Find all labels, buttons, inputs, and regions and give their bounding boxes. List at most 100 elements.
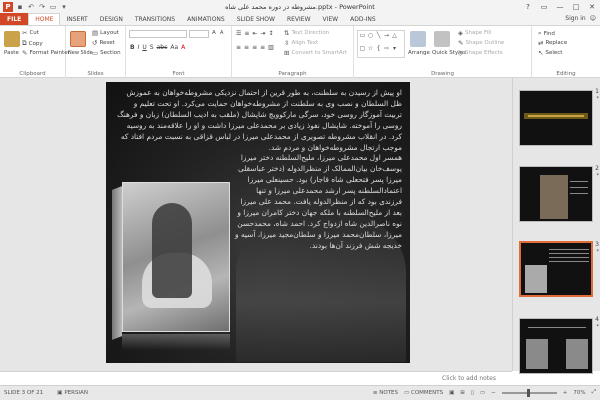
star-icon[interactable]: ☆	[367, 45, 374, 52]
tab-home[interactable]: HOME	[28, 13, 61, 25]
tab-view[interactable]: VIEW	[317, 13, 345, 25]
numbering-icon[interactable]: ≡	[244, 30, 249, 37]
replace-label: Replace	[545, 40, 568, 46]
layout-button[interactable]: ▤ Layout	[92, 29, 119, 37]
zoom-in-icon[interactable]: +	[563, 390, 568, 396]
bold-button[interactable]: B	[130, 44, 135, 51]
align-text-button[interactable]: ⇳ Align Text	[284, 39, 318, 47]
tab-design[interactable]: DESIGN	[94, 13, 129, 25]
decrease-indent-icon[interactable]: ⇤	[252, 30, 257, 37]
reset-label: Reset	[99, 40, 115, 46]
window-controls: ? ▭ — □ ✕	[520, 0, 600, 13]
select-button[interactable]: ↖ Select	[538, 49, 562, 57]
slide-sorter-icon[interactable]: ⊞	[460, 390, 465, 396]
zoom-slider-thumb[interactable]	[526, 388, 530, 397]
maximize-button[interactable]: □	[568, 0, 584, 13]
italic-button[interactable]: I	[138, 44, 140, 51]
tab-add-ins[interactable]: ADD-INS	[344, 13, 382, 25]
convert-smartart-button[interactable]: ⊞ Convert to SmartArt	[284, 49, 347, 57]
shape-effects-button[interactable]: ◇ Shape Effects	[458, 49, 503, 57]
user-icon[interactable]: ☺	[590, 15, 596, 22]
minimize-button[interactable]: —	[552, 0, 568, 13]
justify-icon[interactable]: ≡	[260, 44, 265, 51]
grow-font-icon[interactable]: A	[212, 30, 216, 36]
align-right-icon[interactable]: ≡	[252, 44, 257, 51]
font-color-button[interactable]: A	[181, 44, 185, 51]
new-slide-button[interactable]: New Slide	[68, 50, 93, 56]
brace-icon[interactable]: {	[375, 45, 382, 52]
cut-button[interactable]: ✂ Cut	[22, 29, 39, 37]
shapes-gallery[interactable]: ▭ ○ ╲ → △ ▢ ☆{⇨ ▾	[357, 30, 405, 58]
tab-file[interactable]: FILE	[0, 13, 29, 25]
notes-label: NOTES	[379, 389, 399, 396]
zoom-slider[interactable]	[501, 388, 557, 397]
increase-indent-icon[interactable]: ⇥	[260, 30, 265, 37]
change-case-button[interactable]: Aa	[170, 44, 178, 51]
help-button[interactable]: ?	[520, 0, 536, 13]
bullets-icon[interactable]: ☰	[236, 30, 241, 37]
slideshow-view-icon[interactable]: ▭	[480, 390, 485, 396]
underline-button[interactable]: U	[142, 44, 146, 51]
reading-view-icon[interactable]: ▯	[471, 390, 474, 396]
ribbon-display-button[interactable]: ▭	[536, 0, 552, 13]
right-arrow-icon[interactable]: ⇨	[383, 45, 390, 52]
current-slide[interactable]: او پیش از رسیدن به سلطنت، به طور قرین از…	[106, 82, 410, 363]
language-indicator[interactable]: ▣ PERSIAN	[57, 390, 88, 396]
fit-slide-icon[interactable]: ⤢	[592, 389, 596, 396]
strikethrough-button[interactable]: abc	[157, 44, 168, 51]
replace-button[interactable]: ⇄ Replace	[538, 39, 567, 47]
columns-icon[interactable]: ▥	[268, 44, 274, 51]
close-button[interactable]: ✕	[584, 0, 600, 13]
paste-icon[interactable]	[4, 31, 20, 47]
find-button[interactable]: ⌕ Find	[538, 29, 555, 38]
zoom-out-icon[interactable]: −	[491, 390, 496, 396]
format-painter-button[interactable]: ✎ Format Painter	[22, 49, 70, 57]
thumbnail-slide-1[interactable]	[519, 90, 593, 146]
zoom-level[interactable]: 70%	[573, 390, 585, 396]
tab-animations[interactable]: ANIMATIONS	[181, 13, 231, 25]
thumb-number-2: 2	[595, 165, 599, 172]
scissors-icon: ✂	[22, 29, 28, 37]
section-button[interactable]: ▭ Section	[92, 49, 121, 57]
notes-pane[interactable]: Click to add notes	[0, 371, 512, 385]
shadow-button[interactable]: S	[150, 44, 154, 51]
tab-transitions[interactable]: TRANSITIONS	[129, 13, 181, 25]
pen-icon: ✎	[458, 39, 464, 47]
text-direction-button[interactable]: ⇅ Text Direction	[284, 29, 329, 37]
shrink-font-icon[interactable]: A	[220, 30, 223, 36]
slide-text-box[interactable]: او پیش از رسیدن به سلطنت، به طور قرین از…	[114, 88, 402, 252]
rounded-rect-icon[interactable]: ▢	[359, 45, 366, 52]
more-shapes-icon[interactable]: ▾	[391, 45, 398, 52]
align-left-icon[interactable]: ≡	[236, 44, 241, 51]
paragraph-label: Paragraph	[278, 71, 307, 77]
copy-button[interactable]: ⧉ Copy	[22, 39, 43, 48]
line-spacing-icon[interactable]: ↕	[268, 30, 273, 37]
notes-toggle[interactable]: ≡ NOTES	[373, 390, 398, 396]
thumbnail-slide-2[interactable]	[519, 166, 593, 222]
new-slide-icon[interactable]	[70, 31, 86, 47]
thumbnail-slide-3[interactable]	[519, 241, 593, 297]
tab-insert[interactable]: INSERT	[60, 13, 93, 25]
reset-button[interactable]: ↺ Reset	[92, 39, 115, 47]
tab-review[interactable]: REVIEW	[281, 13, 317, 25]
arrange-button[interactable]: Arrange	[408, 50, 430, 56]
tab-slide-show[interactable]: SLIDE SHOW	[231, 13, 281, 25]
sign-in-link[interactable]: Sign in	[565, 15, 585, 22]
font-size-box[interactable]	[189, 30, 209, 38]
arrow-icon[interactable]: →	[383, 32, 390, 39]
shape-fill-button[interactable]: ◈ Shape Fill	[458, 29, 491, 37]
font-name-box[interactable]	[129, 30, 187, 38]
normal-view-icon[interactable]: ▣	[449, 390, 454, 396]
triangle-icon[interactable]: △	[391, 32, 398, 39]
align-center-icon[interactable]: ≡	[244, 44, 249, 51]
comments-toggle[interactable]: ▭ COMMENTS	[404, 390, 443, 396]
line-icon[interactable]: ╲	[375, 32, 382, 39]
paint-bucket-icon: ◈	[458, 29, 463, 37]
paste-button[interactable]: Paste	[4, 50, 19, 56]
shape-outline-button[interactable]: ✎ Shape Outline	[458, 39, 504, 47]
thumbnail-slide-4[interactable]	[519, 318, 593, 374]
rectangle-icon[interactable]: ▭	[359, 32, 366, 39]
quick-styles-icon[interactable]	[434, 31, 450, 47]
oval-icon[interactable]: ○	[367, 32, 374, 39]
arrange-icon[interactable]	[410, 31, 426, 47]
